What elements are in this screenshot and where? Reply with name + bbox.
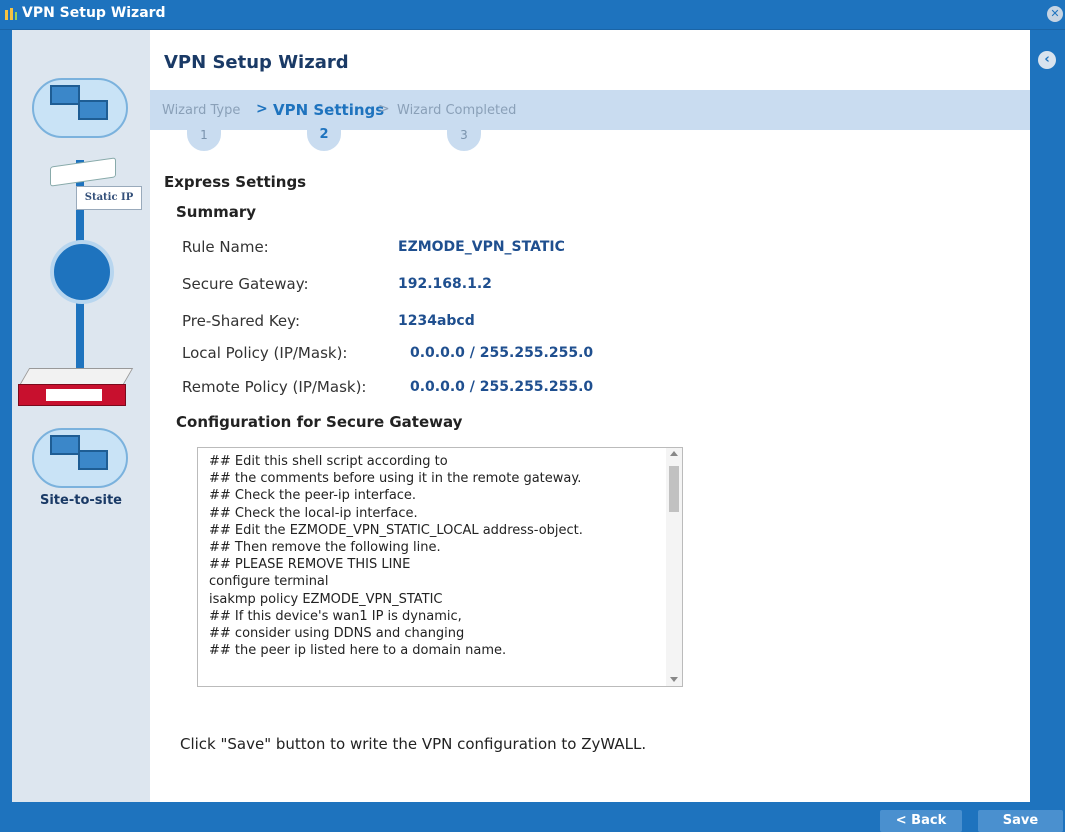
step-number-1: 1 — [187, 127, 221, 151]
back-button[interactable]: < Back — [880, 810, 962, 832]
step-wizard-completed: Wizard Completed — [397, 103, 517, 118]
left-border — [0, 30, 12, 802]
wizard-icon — [5, 8, 17, 20]
script-line: ## Edit this shell script according to — [209, 454, 448, 469]
wizard-title: VPN Setup Wizard — [164, 52, 349, 73]
vertical-scrollbar[interactable] — [666, 448, 682, 686]
local-policy-value: 0.0.0.0 / 255.255.255.0 — [410, 345, 594, 361]
step-separator: > — [378, 101, 390, 117]
scroll-up-arrow-icon[interactable] — [670, 451, 678, 456]
step-separator: > — [256, 101, 268, 117]
local-policy-label: Local Policy (IP/Mask): — [182, 344, 348, 362]
rule-name-label: Rule Name: — [182, 238, 269, 256]
firewall-device-icon — [18, 368, 134, 408]
title-bar: VPN Setup Wizard ✕ — [0, 0, 1065, 30]
script-line: ## If this device's wan1 IP is dynamic, — [209, 608, 462, 624]
rule-name-value: EZMODE_VPN_STATIC — [398, 239, 565, 255]
save-instruction: Click "Save" button to write the VPN con… — [180, 735, 647, 753]
step-vpn-settings: VPN Settings — [273, 101, 385, 119]
secure-gateway-value: 192.168.1.2 — [398, 276, 492, 292]
remote-policy-label: Remote Policy (IP/Mask): — [182, 378, 367, 396]
static-ip-label: Static IP — [76, 186, 142, 210]
computer-icon — [50, 85, 80, 105]
remote-policy-value: 0.0.0.0 / 255.255.255.0 — [410, 379, 594, 395]
script-line: ## Edit the EZMODE_VPN_STATIC_LOCAL addr… — [209, 522, 583, 538]
wizard-content: VPN Setup Wizard Wizard Type > VPN Setti… — [150, 30, 1030, 802]
pre-shared-key-label: Pre-Shared Key: — [182, 312, 300, 330]
script-line: isakmp policy EZMODE_VPN_STATIC — [209, 591, 443, 607]
internet-icon — [50, 240, 114, 304]
script-textarea[interactable]: ## Edit this shell script according to #… — [197, 447, 683, 687]
express-settings-heading: Express Settings — [164, 173, 307, 191]
configuration-heading: Configuration for Secure Gateway — [176, 413, 463, 431]
site-to-site-label: Site-to-site — [39, 493, 122, 508]
scroll-down-arrow-icon[interactable] — [670, 677, 678, 682]
script-line: ## PLEASE REMOVE THIS LINE — [209, 557, 411, 573]
wizard-sidebar: Static IP Site-to-site — [12, 30, 150, 802]
script-line: ## Check the peer-ip interface. — [209, 488, 417, 504]
script-line: ## Check the local-ip interface. — [209, 505, 418, 521]
step-number-3: 3 — [447, 127, 481, 151]
right-panel: ‹ — [1030, 30, 1065, 802]
save-button[interactable]: Save — [978, 810, 1063, 832]
script-line: configure terminal — [209, 574, 329, 590]
script-line: ## Then remove the following line. — [209, 540, 441, 556]
computer-icon — [78, 450, 108, 470]
step-wizard-type: Wizard Type — [162, 103, 241, 118]
secure-gateway-label: Secure Gateway: — [182, 275, 309, 293]
scroll-thumb[interactable] — [669, 466, 679, 512]
script-line: ## the peer ip listed here to a domain n… — [209, 643, 507, 659]
collapse-chevron-icon[interactable]: ‹ — [1038, 51, 1056, 69]
pre-shared-key-value: 1234abcd — [398, 313, 475, 329]
window-title: VPN Setup Wizard — [22, 5, 166, 21]
wizard-steps: Wizard Type > VPN Settings > Wizard Comp… — [150, 90, 1030, 130]
script-line: ## consider using DDNS and changing — [209, 626, 465, 642]
close-icon[interactable]: ✕ — [1047, 6, 1063, 22]
script-line: ## the comments before using it in the r… — [209, 471, 582, 487]
summary-heading: Summary — [176, 203, 257, 221]
computer-icon — [50, 435, 80, 455]
step-number-2: 2 — [307, 127, 341, 151]
script-content: ## Edit this shell script according to #… — [209, 453, 664, 659]
computer-icon — [78, 100, 108, 120]
